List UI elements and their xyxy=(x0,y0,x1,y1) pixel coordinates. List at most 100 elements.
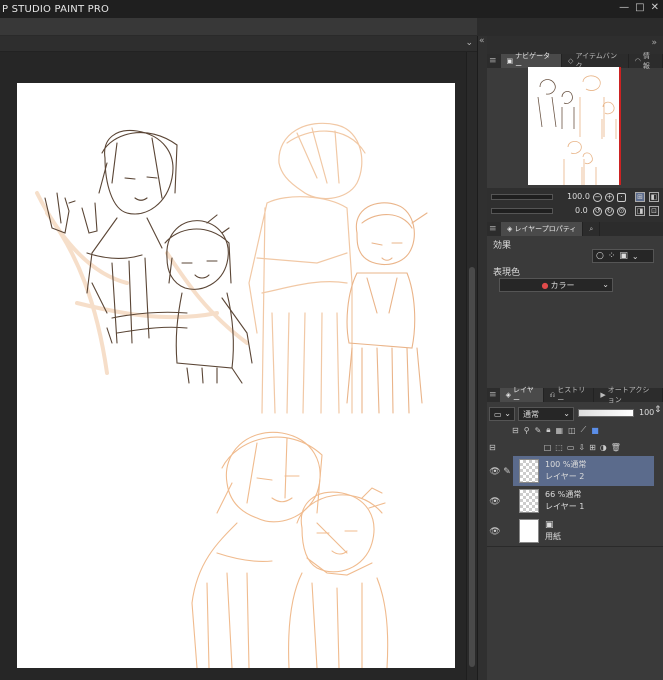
visibility-eye-icon[interactable]: 👁︎ xyxy=(489,467,501,477)
canvas-tab-row: ⌄ xyxy=(0,36,477,52)
tab-navigator[interactable]: ▣ ナビゲーター xyxy=(500,52,563,70)
zoom-value[interactable]: 100.0 xyxy=(567,192,590,201)
new-vector-layer-icon[interactable]: ⬚ xyxy=(555,443,563,452)
ruler-icon[interactable]: ⟋ xyxy=(581,425,587,435)
clip-icon[interactable]: ⊟ xyxy=(512,426,519,435)
apply-mask-icon[interactable]: ◑ xyxy=(600,443,607,452)
scrollbar-thumb[interactable] xyxy=(469,267,475,667)
fit-to-navigator-icon[interactable]: ⊞ xyxy=(635,192,645,202)
flip-horizontal-icon[interactable]: ◧ xyxy=(649,192,659,202)
rotation-slider[interactable] xyxy=(491,208,553,214)
blend-mode-value: 通常 xyxy=(523,409,539,419)
collapse-panel-icon[interactable]: « xyxy=(479,36,485,46)
tab-layer-label: レイヤー xyxy=(512,386,534,404)
navigator-preview[interactable] xyxy=(528,67,621,185)
opacity-value[interactable]: 100 xyxy=(639,408,654,417)
expression-color-label: 表現色 xyxy=(493,268,521,278)
layer-row-1[interactable]: 66 %通常 レイヤー 1 xyxy=(513,486,654,516)
expression-color-select[interactable]: ● カラー ⌄ xyxy=(499,278,613,292)
effect-buttons: ○ ⁘ ▣ ⌄ xyxy=(592,249,654,263)
tab-info[interactable]: ◠ 情報 xyxy=(629,52,663,70)
effect-label: 効果 xyxy=(493,241,512,251)
layer-info: 66 %通常 レイヤー 1 xyxy=(545,489,584,513)
effect-chevron-icon[interactable]: ⌄ xyxy=(632,252,639,261)
layer-thumbnail xyxy=(519,459,539,483)
tab-menu-chevron-icon[interactable]: ⌄ xyxy=(465,38,473,48)
chevron-down-icon: ⌄ xyxy=(563,409,570,418)
opacity-slider[interactable] xyxy=(578,409,634,417)
opacity-stepper-icon[interactable]: ⇕ xyxy=(654,405,662,415)
delete-layer-icon[interactable]: 🗑︎ xyxy=(611,443,621,452)
tab-layer[interactable]: ◈ レイヤー xyxy=(499,386,544,404)
visibility-eye-icon[interactable]: 👁︎ xyxy=(489,497,501,507)
rotate-left-icon[interactable]: ↺ xyxy=(593,207,602,216)
tab-search[interactable]: ⌕ xyxy=(583,222,601,236)
reference-layer-icon[interactable]: ⚲ xyxy=(524,426,530,435)
command-bar xyxy=(0,18,477,36)
close-button[interactable]: ✕ xyxy=(651,2,659,13)
tab-history[interactable]: ⎌ ヒストリー xyxy=(544,386,595,404)
transfer-down-icon[interactable]: ⇩ xyxy=(578,443,585,452)
layer-row-paper[interactable]: ▣ 用紙 xyxy=(513,516,654,546)
expand-panel-icon[interactable]: » xyxy=(651,38,657,48)
merge-down-icon[interactable]: ⊞ xyxy=(589,443,596,452)
reset-rotation-icon[interactable]: ⊙ xyxy=(617,207,626,216)
new-folder-icon[interactable]: ▭ xyxy=(567,443,575,452)
mirror-icon[interactable]: ⊡ xyxy=(649,206,659,216)
tab-item-bank[interactable]: ◇ アイテムバンク xyxy=(562,52,629,70)
new-raster-layer-icon[interactable]: □ xyxy=(544,443,552,452)
navigator-thumbnail xyxy=(537,75,617,185)
layer-property-icon: ◈ xyxy=(507,225,513,233)
palette-color-icon[interactable]: ■ xyxy=(591,426,599,435)
window-title: P STUDIO PAINT PRO xyxy=(2,3,110,15)
layer-panel-tabs: ≡ ◈ レイヤー ⎌ ヒストリー ▶ オートアクション xyxy=(487,386,663,404)
navigator-controls: 100.0 − + · ⊞ ◧ 0.0 ↺ ↻ ⊙ ◨ ⊡ xyxy=(487,188,663,222)
draft-layer-icon[interactable]: ✎ xyxy=(535,426,542,435)
tone-effect-icon[interactable]: ⁘ xyxy=(608,251,616,261)
navigator-icon: ▣ xyxy=(506,57,514,65)
layer-row-2[interactable]: 100 %通常 レイヤー 2 xyxy=(513,456,654,486)
layer-toolbar-row2: ⊟ □ ⬚ ▭ ⇩ ⊞ ◑ 🗑︎ xyxy=(489,440,661,454)
paper-thumbnail xyxy=(519,519,539,543)
rotate-right-icon[interactable]: ↻ xyxy=(605,207,614,216)
layer-name: 用紙 xyxy=(545,532,561,541)
rotation-value[interactable]: 0.0 xyxy=(575,206,588,215)
canvas-area[interactable] xyxy=(0,52,466,680)
layer-type-select[interactable]: ▭ ⌄ xyxy=(489,407,515,421)
layer-list-empty-area xyxy=(487,546,663,680)
expression-color-value: カラー xyxy=(550,280,575,290)
lock-transparency-icon[interactable]: ▦ xyxy=(556,426,564,435)
panel-menu-icon[interactable]: ≡ xyxy=(489,56,501,66)
tab-layer-property-label: レイヤープロパティ xyxy=(514,225,577,233)
layer-name: レイヤー 1 xyxy=(545,502,585,511)
panel-dock-divider[interactable]: « xyxy=(477,36,487,680)
info-icon: ◠ xyxy=(634,57,641,65)
zoom-in-icon[interactable]: + xyxy=(605,193,614,202)
layer-opacity-mode: 100 %通常 xyxy=(545,460,587,469)
paper-layer-icon: ▣ xyxy=(545,520,554,530)
flip-vertical-icon[interactable]: ◨ xyxy=(635,206,645,216)
tab-layer-property[interactable]: ◈ レイヤープロパティ xyxy=(501,222,584,236)
layer-color-icon[interactable]: ▣ xyxy=(619,251,628,261)
tab-auto-action[interactable]: ▶ オートアクション xyxy=(594,386,663,404)
layer-info: ▣ 用紙 xyxy=(545,519,561,543)
minimize-button[interactable]: — xyxy=(619,2,629,13)
zoom-fit-icon[interactable]: · xyxy=(617,193,626,202)
visibility-eye-icon[interactable]: 👁︎ xyxy=(489,527,501,537)
panel-menu-icon[interactable]: ≡ xyxy=(489,224,501,234)
layer-settings-icon[interactable]: ⊟ xyxy=(489,443,496,452)
tab-auto-action-label: オートアクション xyxy=(607,386,650,404)
zoom-out-icon[interactable]: − xyxy=(593,193,602,202)
canvas-vertical-scrollbar[interactable] xyxy=(466,52,477,680)
panel-menu-icon[interactable]: ≡ xyxy=(489,390,500,400)
layer-property-tabs: ≡ ◈ レイヤープロパティ ⌕ xyxy=(487,222,663,236)
lock-icon[interactable]: 🔒︎ xyxy=(546,425,550,435)
blend-mode-select[interactable]: 通常 ⌄ xyxy=(518,407,574,421)
border-effect-icon[interactable]: ○ xyxy=(596,251,604,261)
zoom-slider[interactable] xyxy=(491,194,553,200)
canvas-paper[interactable] xyxy=(17,83,455,669)
navigator-tabs: ≡ ▣ ナビゲーター ◇ アイテムバンク ◠ 情報 xyxy=(487,52,663,70)
mask-icon[interactable]: ◫ xyxy=(568,426,576,435)
layer-opacity-mode: 66 %通常 xyxy=(545,490,582,499)
maximize-button[interactable]: □ xyxy=(635,2,644,13)
